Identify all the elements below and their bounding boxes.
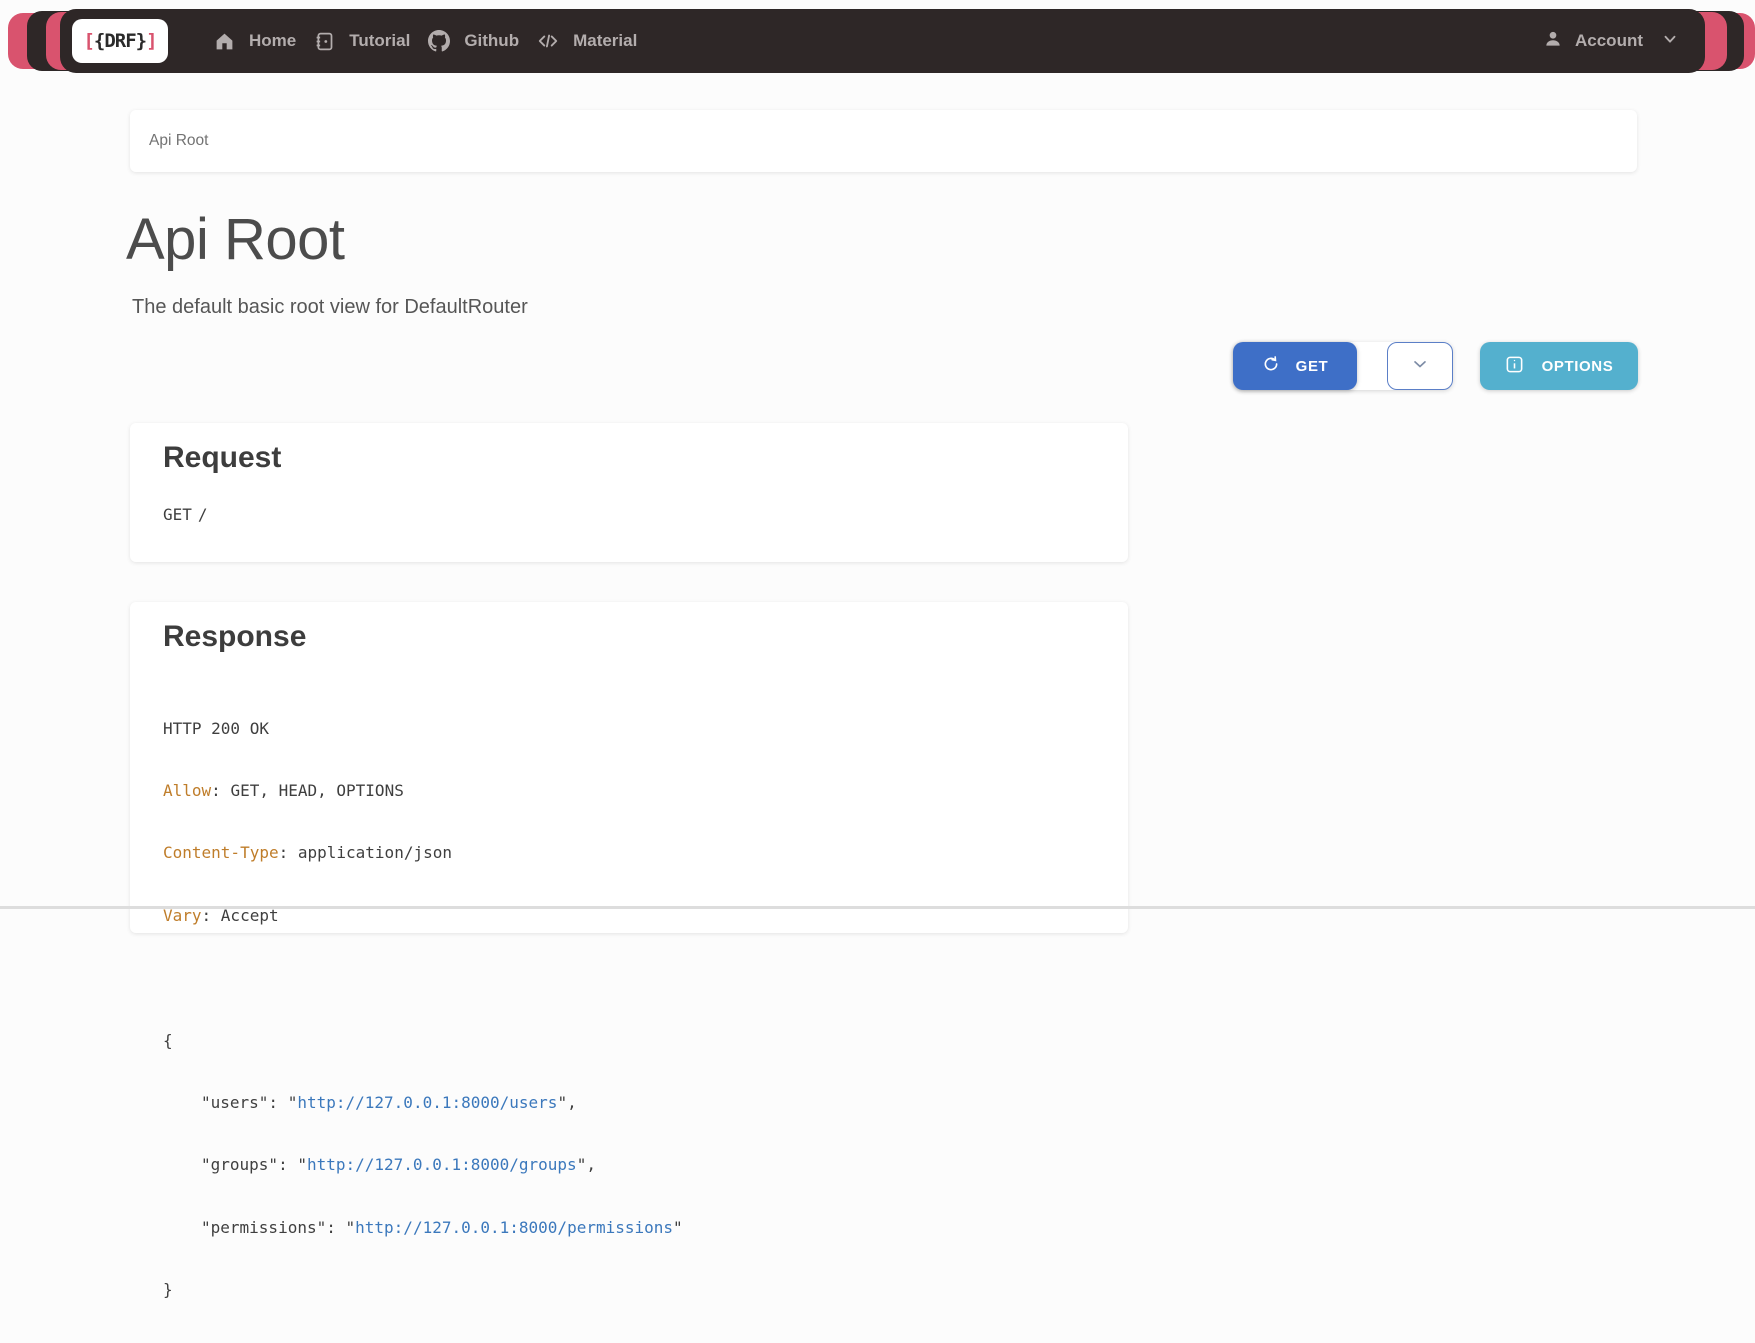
json-key: "users": bbox=[201, 1093, 288, 1112]
page-title: Api Root bbox=[126, 206, 344, 273]
chevron-down-icon bbox=[1410, 354, 1430, 378]
logo-bracket-right: ] bbox=[146, 30, 156, 52]
json-key: "permissions": bbox=[201, 1218, 346, 1237]
page-subtitle: The default basic root view for DefaultR… bbox=[132, 296, 528, 319]
refresh-icon bbox=[1262, 355, 1280, 377]
json-entry: "users": "http://127.0.0.1:8000/users", bbox=[163, 1093, 683, 1114]
request-heading: Request bbox=[163, 441, 281, 475]
nav-item-github[interactable]: Github bbox=[428, 30, 519, 52]
json-tail: ", bbox=[577, 1155, 596, 1174]
json-quote: " bbox=[346, 1218, 356, 1237]
json-entry: "permissions": "http://127.0.0.1:8000/pe… bbox=[163, 1218, 683, 1239]
request-method: GET bbox=[163, 505, 192, 524]
json-quote: " bbox=[297, 1155, 307, 1174]
header-name: Content-Type bbox=[163, 843, 279, 862]
response-header-line: Content-Type: application/json bbox=[163, 843, 683, 864]
options-button[interactable]: OPTIONS bbox=[1480, 342, 1638, 390]
navbar: [{DRF}] Home Tutor bbox=[60, 9, 1705, 73]
header-value: GET, HEAD, OPTIONS bbox=[230, 781, 403, 800]
json-quote: " bbox=[288, 1093, 298, 1112]
nav-item-tutorial[interactable]: Tutorial bbox=[314, 31, 410, 52]
header-value: application/json bbox=[298, 843, 452, 862]
home-icon bbox=[214, 31, 235, 52]
header-name: Allow bbox=[163, 781, 211, 800]
account-menu[interactable]: Account bbox=[1543, 29, 1679, 54]
json-tail: ", bbox=[557, 1093, 576, 1112]
response-body: HTTP 200 OK Allow: GET, HEAD, OPTIONS Co… bbox=[163, 677, 683, 1343]
drf-logo[interactable]: [{DRF}] bbox=[72, 19, 168, 63]
header-sep: : bbox=[279, 843, 298, 862]
json-tail: " bbox=[673, 1218, 683, 1237]
json-entry: "groups": "http://127.0.0.1:8000/groups"… bbox=[163, 1155, 683, 1176]
nav-item-label: Github bbox=[464, 31, 519, 51]
options-button-label: OPTIONS bbox=[1542, 358, 1614, 375]
nav-item-material[interactable]: Material bbox=[537, 30, 637, 52]
nav-links: Home Tutorial Github bbox=[214, 30, 637, 52]
response-card: Response HTTP 200 OK Allow: GET, HEAD, O… bbox=[130, 602, 1128, 933]
permissions-link[interactable]: http://127.0.0.1:8000/permissions bbox=[355, 1218, 673, 1237]
response-header-line: Allow: GET, HEAD, OPTIONS bbox=[163, 781, 683, 802]
nav-item-label: Home bbox=[249, 31, 296, 51]
logo-bracket-left: [ bbox=[83, 30, 93, 52]
get-button-label: GET bbox=[1296, 358, 1329, 375]
blank-line bbox=[163, 968, 683, 989]
get-button-group: GET bbox=[1233, 342, 1453, 390]
header-sep: : bbox=[211, 781, 230, 800]
response-heading: Response bbox=[163, 620, 306, 654]
code-icon bbox=[537, 30, 559, 52]
request-card: Request GET / bbox=[130, 423, 1128, 562]
get-dropdown-toggle[interactable] bbox=[1387, 342, 1453, 390]
logo-text: {DRF} bbox=[94, 30, 146, 52]
nav-item-label: Tutorial bbox=[349, 31, 410, 51]
get-button[interactable]: GET bbox=[1233, 342, 1357, 390]
breadcrumb-current[interactable]: Api Root bbox=[149, 132, 208, 150]
json-key: "groups": bbox=[201, 1155, 297, 1174]
info-icon bbox=[1505, 355, 1524, 378]
users-link[interactable]: http://127.0.0.1:8000/users bbox=[297, 1093, 557, 1112]
status-line: HTTP 200 OK bbox=[163, 719, 683, 740]
nav-item-label: Material bbox=[573, 31, 637, 51]
json-open-brace: { bbox=[163, 1031, 683, 1052]
navbar-area: [{DRF}] Home Tutor bbox=[0, 0, 1755, 82]
request-line: GET / bbox=[163, 505, 208, 524]
account-label: Account bbox=[1575, 31, 1643, 51]
json-close-brace: } bbox=[163, 1280, 683, 1301]
breadcrumb: Api Root bbox=[130, 110, 1637, 172]
person-icon bbox=[1543, 29, 1563, 54]
horizontal-divider bbox=[0, 906, 1755, 909]
chevron-down-icon bbox=[1661, 30, 1679, 53]
github-icon bbox=[428, 30, 450, 52]
groups-link[interactable]: http://127.0.0.1:8000/groups bbox=[307, 1155, 577, 1174]
tutorial-icon bbox=[314, 31, 335, 52]
request-path: / bbox=[198, 505, 208, 524]
nav-item-home[interactable]: Home bbox=[214, 31, 296, 52]
